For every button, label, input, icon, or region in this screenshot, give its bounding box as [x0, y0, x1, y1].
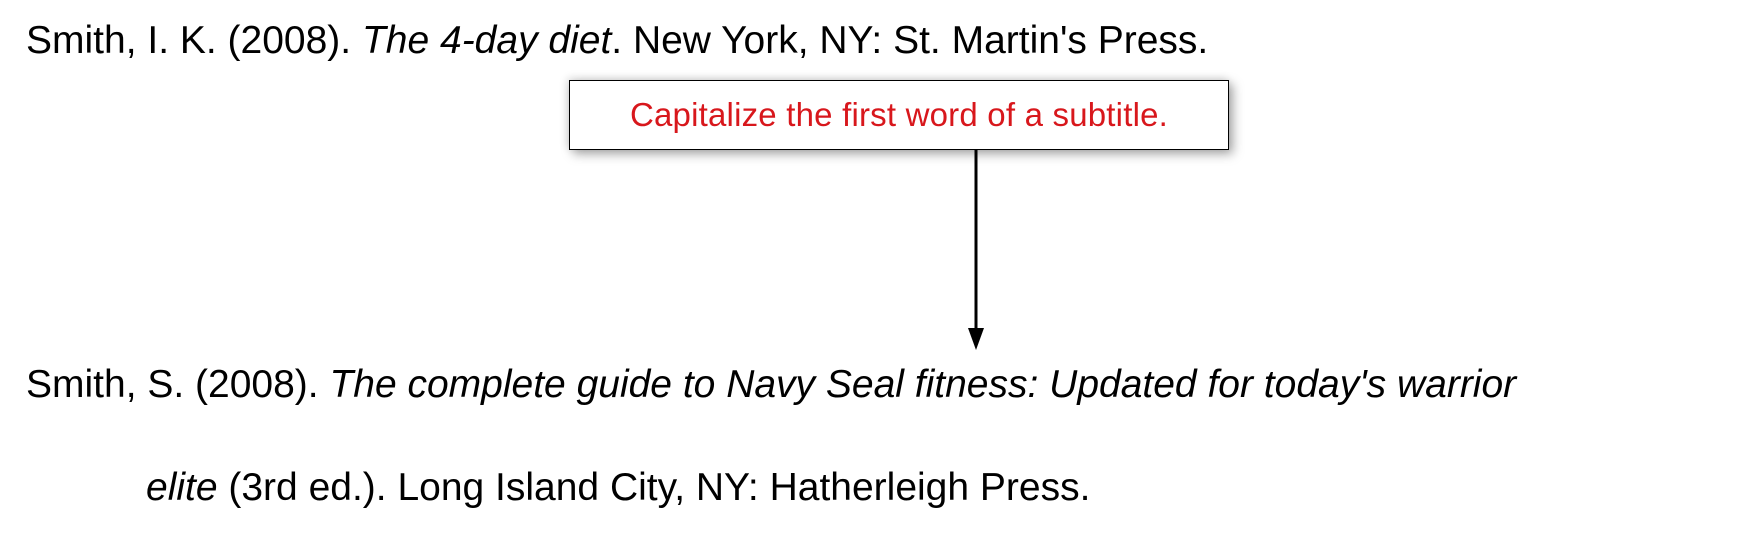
- citation-2-edition: (3rd ed.).: [218, 466, 398, 509]
- citation-2-after: Long Island City, NY: Hatherleigh Press.: [397, 466, 1090, 509]
- citation-2-title-line2: elite: [146, 466, 218, 509]
- citation-entry-1: Smith, I. K. (2008). The 4-day diet. New…: [26, 14, 1208, 69]
- citation-2-title-line1: The complete guide to Navy Seal fitness:…: [329, 363, 1516, 406]
- citation-1-after: . New York, NY: St. Martin's Press.: [611, 19, 1208, 62]
- citation-entry-2: Smith, S. (2008). The complete guide to …: [26, 358, 1726, 515]
- citation-1-title: The 4-day diet: [362, 19, 611, 62]
- arrow-down-icon: [966, 150, 986, 350]
- callout-box: Capitalize the first word of a subtitle.: [569, 80, 1229, 150]
- citation-2-author: Smith, S. (2008).: [26, 363, 329, 406]
- citation-1-author: Smith, I. K. (2008).: [26, 19, 362, 62]
- callout-text: Capitalize the first word of a subtitle.: [630, 96, 1168, 134]
